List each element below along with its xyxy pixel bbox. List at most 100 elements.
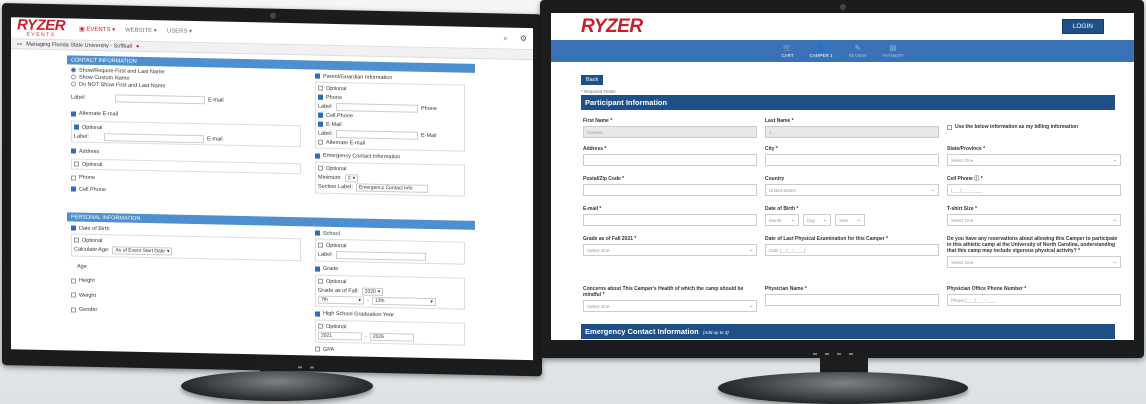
- admin-tools: ⌕ ⚙: [503, 33, 527, 43]
- alt-email-checkbox[interactable]: [318, 139, 323, 145]
- contact-section: Show/Require First and Last Name Show Cu…: [67, 64, 475, 213]
- billing-checkbox[interactable]: [947, 124, 952, 130]
- step-cart[interactable]: 🛒 CART: [781, 45, 793, 58]
- school-label-input[interactable]: [336, 250, 426, 261]
- optional-checkbox[interactable]: [74, 124, 79, 130]
- step-camper[interactable]: 👤 CAMPER 1: [810, 45, 833, 58]
- email-label-input[interactable]: [336, 129, 418, 140]
- physician-phone-field: Physician Office Phone Number * Phone (_…: [947, 286, 1121, 306]
- state-select[interactable]: Select One ⌄: [947, 154, 1121, 166]
- dob-year-select[interactable]: Year ⌄: [835, 214, 865, 226]
- hs-grad-checkbox[interactable]: [315, 311, 320, 317]
- first-name-field: First Name * Camper: [583, 118, 757, 138]
- personal-section: Date of Birth Optional Calculate Age: As …: [67, 221, 475, 360]
- name-option-radio[interactable]: [71, 74, 76, 80]
- postal-field: Postal/Zip Code *: [583, 176, 757, 196]
- nav-website[interactable]: WEBSITE ▾: [125, 27, 157, 35]
- chevron-down-icon: ⌄: [930, 187, 935, 193]
- grade-select[interactable]: Select One ⌄: [583, 244, 757, 256]
- school-checkbox[interactable]: [315, 230, 320, 236]
- alt-email-label-input[interactable]: [104, 132, 204, 143]
- nav-users[interactable]: USERS ▾: [167, 27, 192, 35]
- state-field: State/Province * Select One ⌄: [947, 146, 1121, 166]
- edit-icon: ✎: [854, 44, 861, 52]
- personal-right-column: School Optional Label: Grade Optional Gr…: [315, 229, 465, 357]
- registration-form: Back * Required Fields Participant Infor…: [551, 62, 1134, 340]
- dob-checkbox[interactable]: [71, 225, 76, 231]
- physician-phone-input[interactable]: Phone (___) ___-____: [947, 294, 1121, 306]
- cell-phone-checkbox[interactable]: [318, 112, 323, 118]
- parent-info-checkbox[interactable]: [315, 73, 320, 79]
- phone-label-input[interactable]: [336, 102, 418, 113]
- gender-checkbox[interactable]: [71, 307, 76, 313]
- grade-field: Grade as of Fall 2021 * Select One ⌄: [583, 236, 757, 256]
- billing-option[interactable]: Use the below information as my billing …: [947, 124, 1121, 132]
- cell-phone-checkbox[interactable]: [71, 186, 76, 192]
- cell-phone-input[interactable]: (___) ___-____: [947, 184, 1121, 196]
- admin-logo[interactable]: RYZER EVENTS: [17, 17, 65, 38]
- user-icon: 👤: [816, 44, 826, 52]
- participant-fields: First Name * Camper Last Name * 1 Use th…: [581, 110, 1121, 340]
- concerns-field: Concerns about This Camper's Health of w…: [583, 286, 757, 312]
- email-input[interactable]: [583, 214, 757, 226]
- optional-checkbox[interactable]: [74, 237, 79, 243]
- email-checkbox[interactable]: [318, 121, 323, 127]
- calc-age-select[interactable]: As of Event Start Date ▾: [112, 246, 173, 256]
- name-option-radio[interactable]: [71, 81, 76, 87]
- optional-checkbox[interactable]: [318, 242, 323, 248]
- emergency-checkbox[interactable]: [315, 153, 320, 159]
- phone-checkbox[interactable]: [318, 94, 323, 100]
- search-icon[interactable]: ⌕: [503, 33, 507, 43]
- optional-checkbox[interactable]: [74, 161, 79, 167]
- camera-icon: [270, 12, 276, 19]
- height-checkbox[interactable]: [71, 278, 76, 284]
- camera-icon: [840, 4, 846, 10]
- alt-email-checkbox[interactable]: [71, 111, 76, 117]
- login-button[interactable]: LOGIN: [1061, 19, 1104, 34]
- nav-events[interactable]: ▣ EVENTS ▾: [79, 26, 115, 34]
- tshirt-select[interactable]: Select One ⌄: [947, 214, 1121, 226]
- minimum-select[interactable]: 2 ▾: [344, 173, 359, 182]
- right-stand-base: [718, 372, 968, 404]
- back-button[interactable]: Back: [581, 75, 604, 85]
- year-to-input[interactable]: 2026: [369, 332, 414, 342]
- physical-date-input[interactable]: Date (__/__/____): [765, 244, 939, 256]
- settings-icon[interactable]: ⚙: [520, 33, 527, 43]
- step-review[interactable]: ✎ REVIEW: [849, 45, 867, 58]
- postal-input[interactable]: [583, 184, 757, 196]
- grade-to-select[interactable]: 12th ▾: [371, 296, 436, 307]
- step-payment[interactable]: ▤ PAYMENT: [882, 45, 903, 58]
- chevron-down-icon: ⌄: [1112, 157, 1117, 163]
- last-name-input[interactable]: 1: [765, 126, 939, 138]
- personal-left-column: Date of Birth Optional Calculate Age: As …: [71, 223, 301, 320]
- grade-from-select[interactable]: 7th ▾: [318, 295, 364, 305]
- site-logo[interactable]: RYZER: [581, 16, 643, 38]
- city-input[interactable]: [765, 154, 939, 166]
- physician-name-input[interactable]: [765, 294, 939, 306]
- gpa-checkbox[interactable]: [315, 346, 320, 352]
- label-input[interactable]: [115, 94, 205, 105]
- optional-checkbox[interactable]: [318, 165, 323, 171]
- address-checkbox[interactable]: [71, 148, 76, 154]
- concerns-select[interactable]: Select One ⌄: [583, 300, 757, 312]
- optional-checkbox[interactable]: [318, 85, 323, 91]
- dob-month-select[interactable]: Month ⌄: [765, 214, 799, 226]
- dob-day-select[interactable]: Day ⌄: [803, 214, 831, 226]
- emergency-header: Emergency Contact Information (Add up to …: [581, 324, 1115, 339]
- chevron-down-icon: ⌄: [1112, 259, 1117, 265]
- optional-checkbox[interactable]: [318, 278, 323, 284]
- address-input[interactable]: [583, 154, 757, 166]
- year-from-input[interactable]: 2021: [318, 331, 362, 341]
- chat-icon[interactable]: ●: [136, 43, 139, 49]
- credit-card-icon: ▤: [889, 44, 897, 52]
- reservations-select[interactable]: Select One ⌄: [947, 256, 1121, 268]
- weight-checkbox[interactable]: [71, 292, 76, 298]
- country-select[interactable]: United States ⌄: [765, 184, 939, 196]
- first-name-input[interactable]: Camper: [583, 126, 757, 138]
- optional-checkbox[interactable]: [318, 323, 323, 329]
- name-option-radio[interactable]: [71, 67, 76, 73]
- grade-checkbox[interactable]: [315, 266, 320, 272]
- phone-checkbox[interactable]: [71, 175, 76, 181]
- grade-fall-select[interactable]: 2020 ▾: [361, 287, 384, 296]
- section-label-input[interactable]: Emergency Contact Info: [355, 183, 428, 193]
